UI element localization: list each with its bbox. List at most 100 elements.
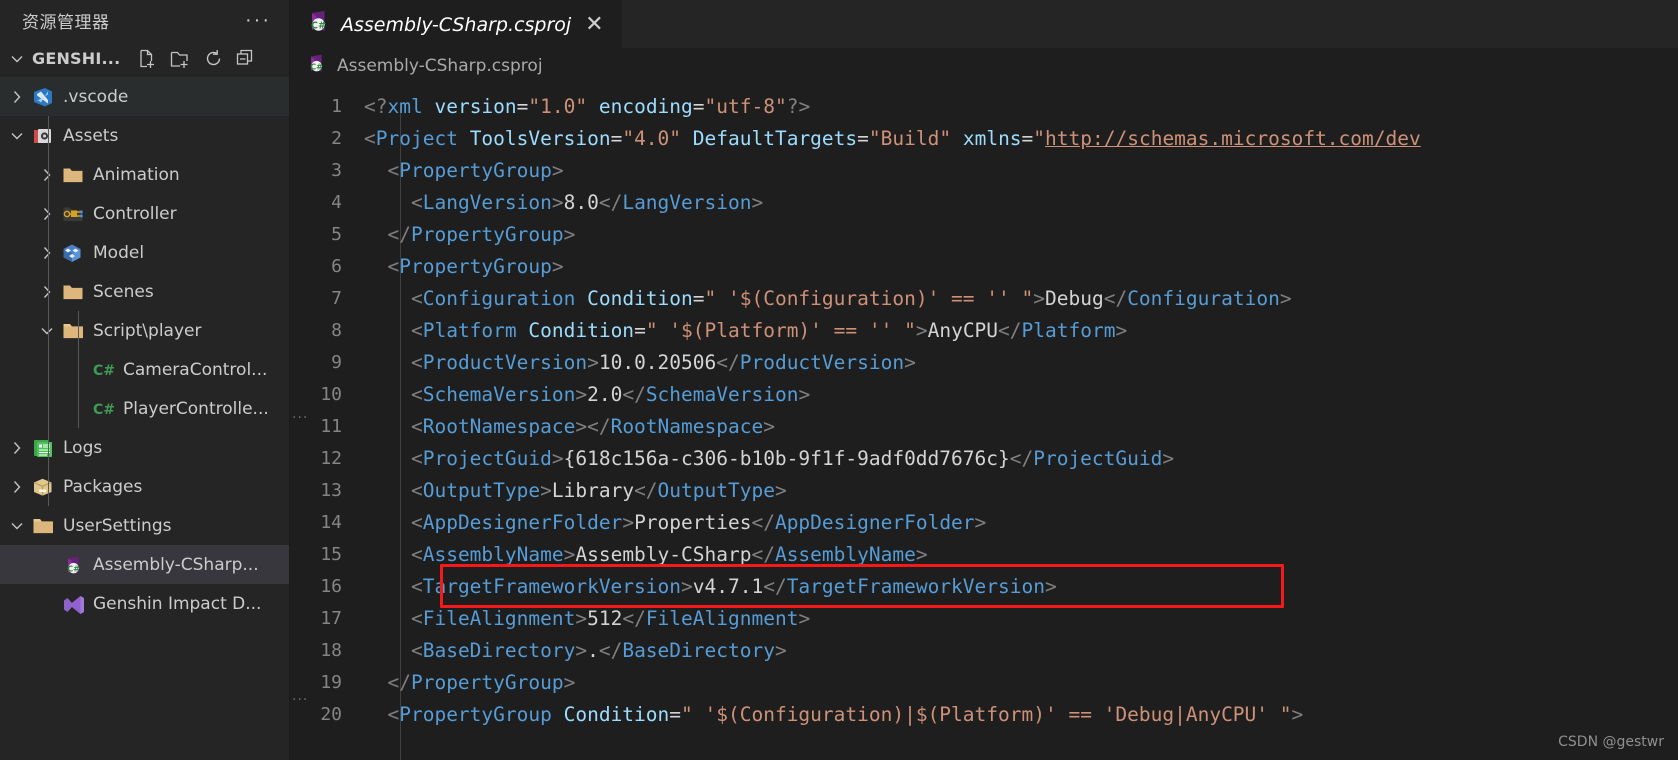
csharp-icon: C# [92,360,115,380]
folder-icon [62,282,84,302]
tree-item-label: Assembly-CSharp... [93,554,259,575]
code-line[interactable]: 2 <Project ToolsVersion="4.0" DefaultTarg… [290,122,1678,154]
svg-text:C#: C# [93,402,115,418]
refresh-icon[interactable] [203,48,224,69]
line-content: <Configuration Condition=" '$(Configurat… [410,286,1292,310]
code-line[interactable]: 10 <SchemaVersion>2.0</SchemaVersion> [290,378,1678,410]
vscode-window: 资源管理器 ··· GENSHI... .vscode Assets Anima… [0,0,1678,760]
line-number: 13 [320,479,342,501]
chevron-right-icon[interactable] [8,478,26,496]
svg-text:C#: C# [93,363,115,379]
line-content: <SchemaVersion>2.0</SchemaVersion> [410,382,811,406]
line-content: <ProjectGuid>{618c156a-c306-b10b-9f1f-9a… [410,446,1175,470]
tree-item-label: .vscode [63,86,129,107]
tree-item-label: Assets [63,125,119,146]
chevron-down-icon[interactable] [8,127,26,145]
breadcrumb-label[interactable]: Assembly-CSharp.csproj [337,56,543,76]
chevron-right-icon[interactable] [38,283,56,301]
vs-solution-icon [62,594,84,614]
tree-item-label: PlayerControlle... [123,398,269,419]
tree-item-controller[interactable]: Controller [0,194,289,233]
new-file-icon[interactable] [136,48,158,70]
chevron-down-icon[interactable] [38,322,56,340]
code-line[interactable]: 19 </PropertyGroup> [290,666,1678,698]
code-line[interactable]: 14 <AppDesignerFolder>Properties</AppDes… [290,506,1678,538]
code-line[interactable]: 3 <PropertyGroup> [290,154,1678,186]
logs-icon [32,438,54,458]
line-number: 5 [331,223,342,245]
line-number: 18 [320,639,342,661]
line-number: 10 [320,383,342,405]
chevron-right-icon[interactable] [38,205,56,223]
chevron-right-icon[interactable] [8,88,26,106]
tree-item-scenes[interactable]: Scenes [0,272,289,311]
code-line[interactable]: 9 <ProductVersion>10.0.20506</ProductVer… [290,346,1678,378]
code-line[interactable]: 11 <RootNamespace></RootNamespace> [290,410,1678,442]
line-number: 15 [320,543,342,565]
chevron-right-icon[interactable] [38,244,56,262]
tree-item-assembly-csharp[interactable]: C# Assembly-CSharp... [0,545,289,584]
code-line[interactable]: 13 <OutputType>Library</OutputType> [290,474,1678,506]
tree-item-script-player[interactable]: Script\player [0,311,289,350]
tree-item-logs[interactable]: Logs [0,428,289,467]
tree-item-label: Controller [93,203,177,224]
unity-assets-icon [32,126,54,146]
line-content: <LangVersion>8.0</LangVersion> [410,190,764,214]
breadcrumb: C# Assembly-CSharp.csproj [290,48,1678,84]
chevron-down-icon[interactable] [8,517,26,535]
tree-item-label: UserSettings [63,515,172,536]
code-line[interactable]: 4 <LangVersion>8.0</LangVersion> [290,186,1678,218]
folder-open-icon [32,516,54,536]
code-line[interactable]: 17 <FileAlignment>512</FileAlignment> [290,602,1678,634]
tree-item-label: Scenes [93,281,154,302]
new-folder-icon[interactable] [169,48,192,70]
svg-text:C#: C# [67,564,80,573]
line-number: 17 [320,607,342,629]
tree-item-genshin-impact-d[interactable]: Genshin Impact D... [0,584,289,623]
line-content: <Project ToolsVersion="4.0" DefaultTarge… [364,126,1421,150]
tree-item-label: Model [93,242,145,263]
csproj-icon: C# [62,555,84,575]
breadcrumb-csproj-icon: C# [306,53,328,80]
code-line[interactable]: 5 </PropertyGroup> [290,218,1678,250]
chevron-right-icon[interactable] [8,439,26,457]
tree-item-label: Animation [93,164,180,185]
svg-text:C#: C# [311,20,326,31]
line-content: <OutputType>Library</OutputType> [410,478,787,502]
chevron-down-icon[interactable] [8,50,26,68]
tree-item-playercontrolle[interactable]: C# PlayerControlle... [0,389,289,428]
code-line[interactable]: 8 <Platform Condition=" '$(Platform)' ==… [290,314,1678,346]
code-line[interactable]: 15 <AssemblyName>Assembly-CSharp</Assemb… [290,538,1678,570]
line-number: 6 [331,255,342,277]
tree-item-packages[interactable]: Packages [0,467,289,506]
line-number: 4 [331,191,342,213]
code-editor[interactable]: 1 <?xml version="1.0" encoding="utf-8"?> 2… [290,84,1678,760]
tree-item-animation[interactable]: Animation [0,155,289,194]
tab-assembly-csharp-csproj[interactable]: C# Assembly-CSharp.csproj ✕ [290,0,622,48]
tree-item-assets[interactable]: Assets [0,116,289,155]
tree-indent-guide [78,311,79,428]
code-line[interactable]: 12 <ProjectGuid>{618c156a-c306-b10b-9f1f… [290,442,1678,474]
line-content: <RootNamespace></RootNamespace> [410,414,775,438]
code-line[interactable]: 6 <PropertyGroup> [290,250,1678,282]
code-line[interactable]: 16 <TargetFrameworkVersion>v4.7.1</Targe… [290,570,1678,602]
code-line[interactable]: 7 <Configuration Condition=" '$(Configur… [290,282,1678,314]
more-actions-icon[interactable]: ··· [241,9,275,31]
editor-pane: C# Assembly-CSharp.csproj ✕ C# Assembly-… [290,0,1678,760]
code-line[interactable]: 20 <PropertyGroup Condition=" '$(Configu… [290,698,1678,730]
minimap-marker: ··· [292,692,309,708]
code-line[interactable]: 1 <?xml version="1.0" encoding="utf-8"?> [290,90,1678,122]
chevron-right-icon[interactable] [38,166,56,184]
collapse-all-icon[interactable] [235,48,256,69]
tree-item-label: Packages [63,476,143,497]
tree-item-model[interactable]: Model [0,233,289,272]
tree-item-cameracontrol[interactable]: C# CameraControl... [0,350,289,389]
tab-bar-empty-space [621,0,1678,48]
line-content: <AssemblyName>Assembly-CSharp</AssemblyN… [410,542,928,566]
code-line[interactable]: 18 <BaseDirectory>.</BaseDirectory> [290,634,1678,666]
project-root-header[interactable]: GENSHI... [0,40,289,77]
tree-item-usersettings[interactable]: UserSettings [0,506,289,545]
line-content: <PropertyGroup> [387,254,564,278]
tree-item-vscode[interactable]: .vscode [0,77,289,116]
close-icon[interactable]: ✕ [580,12,608,38]
